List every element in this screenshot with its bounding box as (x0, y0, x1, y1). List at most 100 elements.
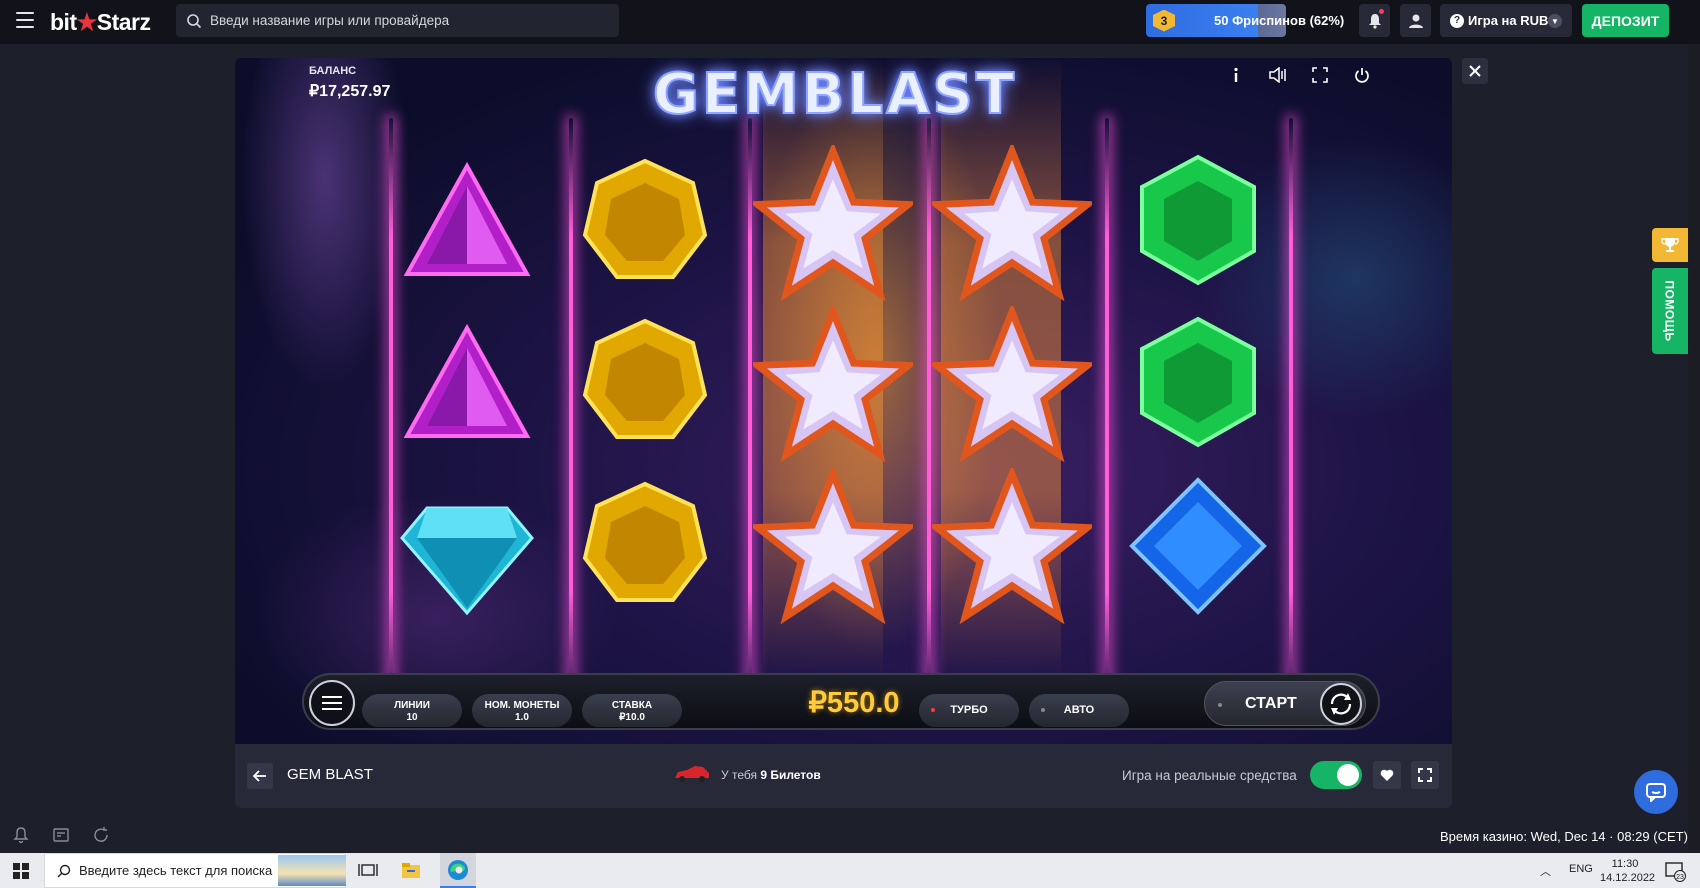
hamburger-menu-icon[interactable] (16, 12, 34, 28)
game-search-box[interactable] (176, 4, 619, 37)
star-gem-icon (932, 468, 1092, 625)
yellow-heptagon-gem-icon (582, 318, 708, 439)
spin-arrows-icon[interactable] (1320, 683, 1362, 725)
close-game-button[interactable] (1462, 58, 1488, 84)
notification-center-icon[interactable]: 23 (1664, 860, 1686, 882)
car-icon (675, 766, 709, 782)
star-gem-icon (753, 145, 913, 302)
freespins-progress-button[interactable]: 3 50 Фриспинов (62%) (1146, 4, 1344, 37)
info-icon: ? (1450, 13, 1464, 28)
slot-control-bar: ЛИНИИ 10 НОМ. МОНЕТЫ 1.0 СТАВКА ₽10.0 ₽5… (302, 673, 1380, 730)
trophy-tab[interactable] (1652, 228, 1688, 262)
system-tray: ︿ ENG (1540, 863, 1593, 879)
currency-label: Игра на RUB (1468, 13, 1549, 28)
green-hexagon-gem-icon (1140, 316, 1256, 448)
reel-separator (1289, 118, 1293, 708)
back-button[interactable] (247, 763, 273, 789)
bell-outline-icon[interactable] (12, 826, 30, 844)
purple-triangle-gem-icon (403, 323, 531, 438)
turbo-indicator (931, 708, 935, 712)
game-menu-button[interactable] (309, 680, 355, 726)
game-name: GEM BLAST (287, 766, 373, 783)
start-spin-button[interactable]: СТАРТ (1204, 681, 1366, 726)
star-gem-icon (932, 145, 1092, 302)
tray-chevron-up-icon[interactable]: ︿ (1540, 863, 1551, 879)
star-gem-icon (753, 468, 913, 625)
search-input[interactable] (210, 13, 610, 28)
purple-triangle-gem-icon (403, 161, 531, 276)
bell-icon (1368, 13, 1381, 29)
windows-taskbar: Введите здесь текст для поиска ︿ ENG 11:… (0, 853, 1700, 888)
turbo-toggle[interactable]: ТУРБО (919, 694, 1019, 727)
top-navigation-bar: bit★Starz 3 50 Фриспинов (62%) ? Игра на… (0, 0, 1700, 44)
yellow-heptagon-gem-icon (582, 158, 708, 279)
star-gem-icon (753, 306, 913, 463)
expand-icon (1418, 768, 1432, 782)
start-indicator (1218, 703, 1222, 707)
search-icon (57, 864, 71, 878)
reel-separator (748, 118, 752, 708)
cyan-diamond-gem-icon (400, 506, 534, 616)
sound-icon[interactable] (1267, 64, 1289, 86)
close-icon (1469, 65, 1481, 77)
lines-selector[interactable]: ЛИНИИ 10 (362, 694, 462, 727)
chevron-down-icon: ▼ (1548, 14, 1562, 28)
level-badge: 3 (1153, 9, 1175, 32)
favorite-button[interactable] (1373, 761, 1401, 789)
auto-toggle[interactable]: АВТО (1029, 694, 1129, 727)
heart-icon (1380, 769, 1394, 781)
user-icon (1408, 14, 1423, 28)
chat-icon (1646, 783, 1666, 802)
reel-separator (569, 118, 573, 708)
green-hexagon-gem-icon (1140, 154, 1256, 286)
bet-selector[interactable]: СТАВКА ₽10.0 (582, 694, 682, 727)
help-tab[interactable]: ПОМОЩЬ (1652, 268, 1688, 354)
game-logo-title: GEMBLAST (652, 61, 1018, 128)
casino-time: Время казино: Wed, Dec 14 · 08:29 (CET) (1440, 829, 1688, 844)
cashier-icon[interactable] (52, 826, 70, 844)
edge-taskbar-button[interactable] (440, 853, 476, 888)
expand-button[interactable] (1411, 761, 1439, 789)
deposit-button[interactable]: ДЕПОЗИТ (1582, 4, 1669, 37)
profile-button[interactable] (1400, 4, 1431, 37)
info-icon[interactable] (1225, 64, 1247, 86)
reel-separator (927, 118, 931, 708)
search-highlight-image (278, 855, 346, 886)
currency-selector[interactable]: ? Игра на RUB ▼ (1440, 4, 1572, 37)
coin-value-selector[interactable]: НОМ. МОНЕТЫ 1.0 (472, 694, 572, 727)
page-scrollbar[interactable] (1688, 44, 1700, 854)
freespins-label: 50 Фриспинов (62%) (1214, 13, 1345, 28)
trophy-icon (1661, 238, 1679, 252)
notification-dot (1379, 9, 1384, 14)
task-view-icon[interactable] (357, 859, 379, 881)
slot-game-frame[interactable]: БАЛАНС ₽17,257.97 GEMBLAST ЛИНИИ 10 НОМ.… (235, 58, 1452, 744)
bitstarz-logo[interactable]: bit★Starz (50, 9, 151, 36)
reel-separator (389, 118, 393, 708)
edge-browser-icon (448, 860, 468, 880)
taskbar-clock[interactable]: 11:30 14.12.2022 (1600, 857, 1655, 885)
notifications-button[interactable] (1359, 4, 1390, 37)
star-gem-icon (932, 306, 1092, 463)
game-info-bar: GEM BLAST У тебя 9 Билетов Игра на реаль… (235, 744, 1452, 808)
auto-indicator (1041, 708, 1045, 712)
real-money-label: Игра на реальные средства (1122, 768, 1297, 783)
balance-label: БАЛАНС (309, 65, 357, 77)
fullscreen-icon[interactable] (1309, 64, 1331, 86)
arrow-left-icon (253, 770, 266, 782)
win-amount: ₽550.0 (808, 687, 900, 719)
power-icon[interactable] (1351, 64, 1373, 86)
blue-square-gem-icon (1129, 477, 1267, 615)
file-explorer-icon[interactable] (400, 859, 422, 881)
refresh-icon[interactable] (92, 826, 110, 844)
search-icon (187, 13, 202, 28)
balance-value: ₽17,257.97 (309, 83, 391, 100)
language-indicator[interactable]: ENG (1569, 863, 1593, 879)
bottom-status-icons (12, 826, 110, 844)
reel-separator (1105, 118, 1109, 708)
svg-text:23: 23 (1676, 874, 1684, 881)
live-chat-button[interactable] (1634, 770, 1678, 814)
windows-start-icon[interactable] (13, 863, 29, 879)
yellow-heptagon-gem-icon (582, 481, 708, 602)
tickets-info: У тебя 9 Билетов (721, 768, 821, 782)
real-money-toggle[interactable] (1310, 761, 1362, 789)
